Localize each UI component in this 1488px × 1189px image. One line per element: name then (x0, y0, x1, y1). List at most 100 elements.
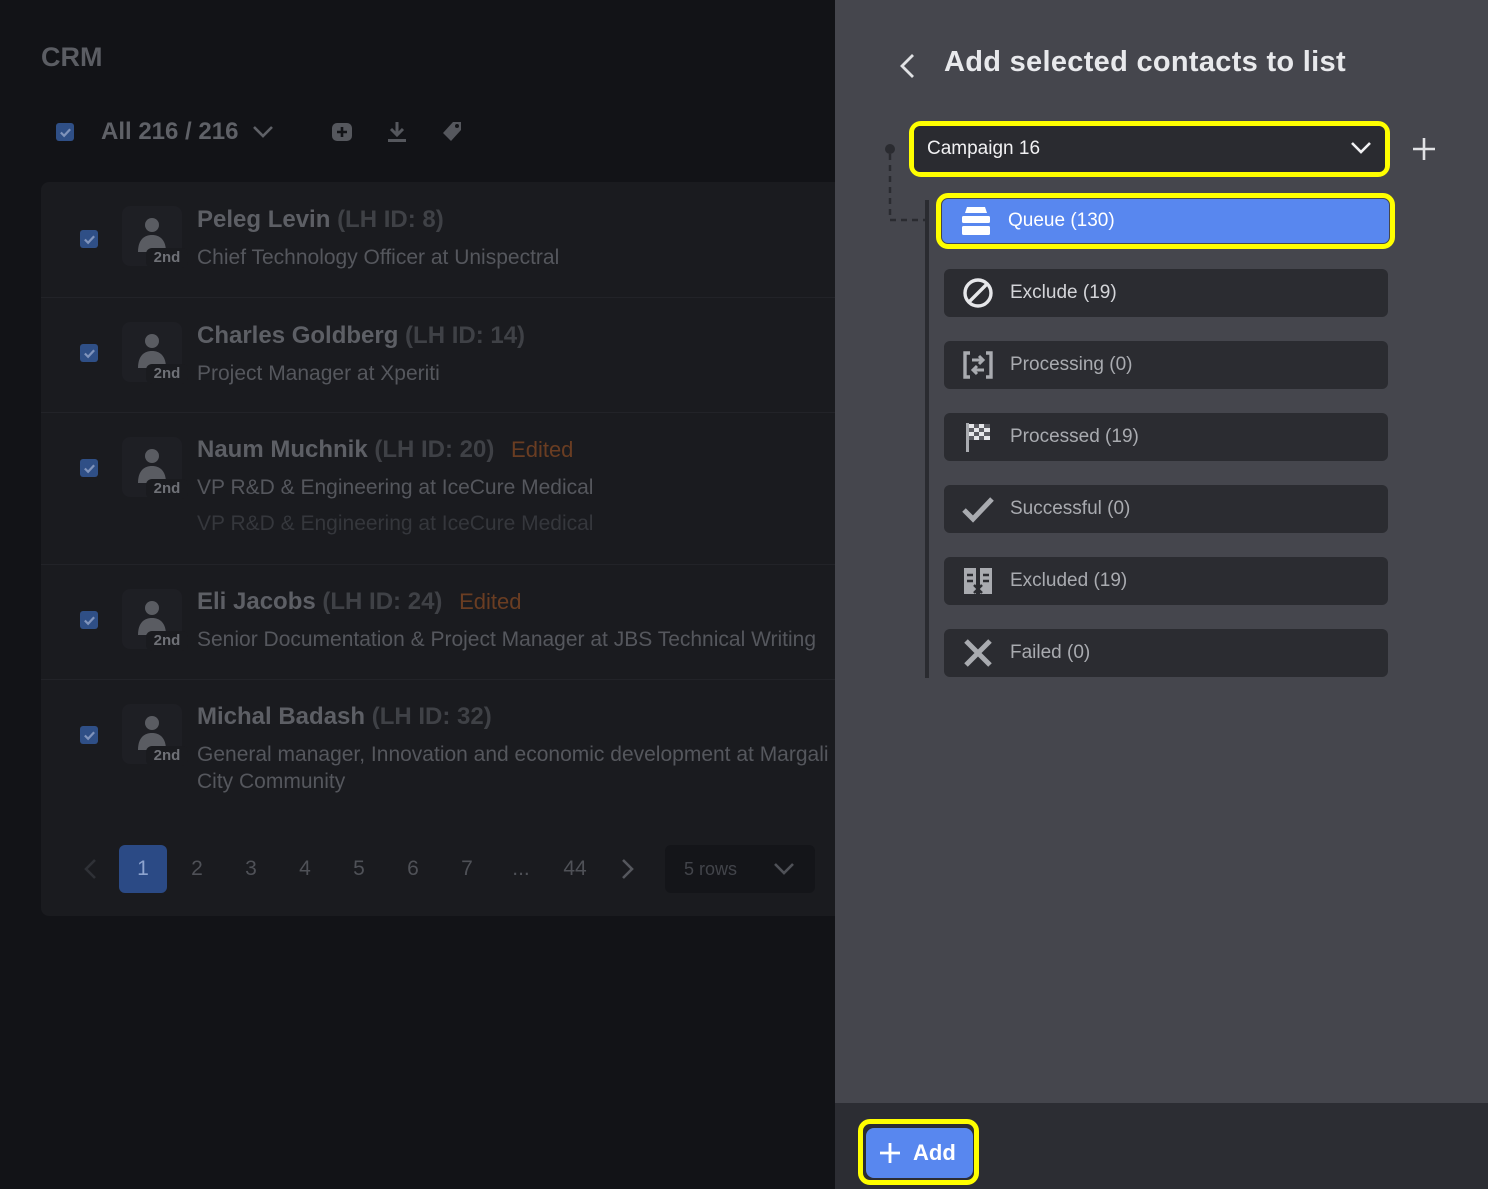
status-label: Queue (130) (1008, 210, 1115, 231)
page-button-5[interactable]: 5 (335, 845, 383, 893)
contact-name-line: Michal Badash (LH ID: 32) (197, 703, 492, 731)
contact-job-original: VP R&D & Engineering at IceCure Medical (197, 512, 594, 535)
chevron-down-icon (1351, 142, 1371, 154)
exclude-icon (963, 278, 993, 308)
contact-row[interactable]: 2nd Peleg Levin (LH ID: 8) Chief Technol… (41, 182, 835, 298)
status-successful[interactable]: Successful (0) (944, 485, 1388, 533)
checkered-flag-icon (966, 423, 990, 452)
lh-id: (LH ID: 32) (371, 703, 492, 730)
avatar: 2nd (122, 206, 188, 268)
degree-badge: 2nd (146, 746, 188, 766)
page-button-1[interactable]: 1 (119, 845, 167, 893)
status-label: Processed (19) (1010, 426, 1139, 447)
contact-name[interactable]: Charles Goldberg (197, 322, 398, 349)
contact-name[interactable]: Peleg Levin (197, 206, 330, 233)
queue-icon (962, 207, 990, 235)
row-checkbox[interactable] (80, 611, 98, 629)
plus-icon[interactable] (1411, 136, 1437, 162)
contact-name-line: Peleg Levin (LH ID: 8) (197, 206, 444, 234)
add-button-label: Add (913, 1140, 956, 1165)
campaign-select[interactable]: Campaign 16 (914, 126, 1385, 172)
contact-name[interactable]: Michal Badash (197, 703, 365, 730)
row-checkbox[interactable] (80, 459, 98, 477)
status-processing[interactable]: Processing (0) (944, 341, 1388, 389)
status-label: Exclude (19) (1010, 282, 1117, 303)
page-ellipsis: ... (512, 857, 530, 880)
row-checkbox[interactable] (80, 230, 98, 248)
status-excluded[interactable]: Excluded (19) (944, 557, 1388, 605)
contact-job: VP R&D & Engineering at IceCure Medical (197, 476, 594, 499)
row-checkbox[interactable] (80, 344, 98, 362)
degree-badge: 2nd (146, 364, 188, 384)
back-arrow-icon[interactable] (895, 52, 921, 80)
edited-tag: Edited (459, 589, 522, 614)
contact-row[interactable]: 2nd Naum Muchnik (LH ID: 20) Edited VP R… (41, 413, 835, 565)
download-icon[interactable] (385, 120, 409, 144)
select-all-checkbox[interactable] (56, 123, 74, 141)
avatar: 2nd (122, 437, 188, 499)
crm-background: CRM All 216 / 216 2nd Peleg Levin (LH ID… (0, 0, 835, 1189)
panel-title: Add selected contacts to list (944, 46, 1346, 78)
row-checkbox[interactable] (80, 726, 98, 744)
campaign-select-value: Campaign 16 (927, 138, 1041, 159)
lh-id: (LH ID: 14) (405, 322, 526, 349)
contact-row[interactable]: 2nd Eli Jacobs (LH ID: 24) Edited Senior… (41, 565, 835, 680)
page-button-44[interactable]: 44 (551, 845, 599, 893)
degree-badge: 2nd (146, 248, 188, 268)
contacts-list: 2nd Peleg Levin (LH ID: 8) Chief Technol… (41, 182, 835, 916)
edited-tag: Edited (511, 437, 574, 462)
lh-id: (LH ID: 20) (374, 436, 495, 463)
check-icon (962, 497, 994, 523)
contact-job: General manager, Innovation and economic… (197, 743, 829, 766)
status-exclude[interactable]: Exclude (19) (944, 269, 1388, 317)
contact-job: Senior Documentation & Project Manager a… (197, 628, 817, 651)
contact-name[interactable]: Naum Muchnik (197, 436, 368, 463)
status-label: Processing (0) (1010, 354, 1133, 375)
page-button-4[interactable]: 4 (281, 845, 329, 893)
crm-toolbar: All 216 / 216 (56, 112, 274, 152)
contact-job-continued: City Community (197, 770, 346, 793)
rows-per-page-select[interactable]: 5 rows (665, 845, 815, 893)
selection-dropdown[interactable]: All 216 / 216 (101, 118, 274, 146)
plus-icon (880, 1143, 900, 1163)
status-label: Successful (0) (1010, 498, 1131, 519)
status-failed[interactable]: Failed (0) (944, 629, 1388, 677)
processing-icon (963, 351, 993, 379)
contact-name-line: Charles Goldberg (LH ID: 14) (197, 322, 525, 350)
contact-name-line: Naum Muchnik (LH ID: 20) Edited (197, 436, 573, 464)
prev-page-icon[interactable] (82, 858, 98, 880)
page-button-7[interactable]: 7 (443, 845, 491, 893)
rows-per-page-value: 5 rows (684, 859, 738, 879)
excluded-icon (964, 568, 992, 594)
x-icon (964, 639, 992, 667)
degree-badge: 2nd (146, 479, 188, 499)
status-label: Excluded (19) (1010, 570, 1128, 591)
page-button-3[interactable]: 3 (227, 845, 275, 893)
selection-count: All 216 / 216 (101, 118, 239, 145)
degree-badge: 2nd (146, 631, 188, 651)
chevron-down-icon (774, 863, 794, 875)
status-processed[interactable]: Processed (19) (944, 413, 1388, 461)
page-button-6[interactable]: 6 (389, 845, 437, 893)
page-button-2[interactable]: 2 (173, 845, 221, 893)
status-label: Failed (0) (1010, 642, 1091, 663)
contact-job: Chief Technology Officer at Unispectral (197, 246, 560, 269)
status-queue[interactable]: Queue (130) (942, 199, 1389, 243)
avatar: 2nd (122, 704, 188, 766)
next-page-icon[interactable] (620, 858, 636, 880)
page-title: CRM (41, 42, 103, 72)
contact-name[interactable]: Eli Jacobs (197, 588, 316, 615)
lh-id: (LH ID: 8) (337, 206, 444, 233)
tag-icon[interactable] (440, 120, 464, 144)
add-button[interactable]: Add (866, 1128, 973, 1178)
contact-row[interactable]: 2nd Charles Goldberg (LH ID: 14) Project… (41, 298, 835, 413)
chevron-down-icon (253, 126, 274, 138)
add-to-list-panel: Add selected contacts to list Campaign 1… (835, 0, 1488, 1189)
avatar: 2nd (122, 589, 188, 651)
panel-footer: Add (835, 1103, 1488, 1189)
tree-connector (885, 144, 929, 678)
contact-row[interactable]: 2nd Michal Badash (LH ID: 32) General ma… (41, 680, 835, 822)
add-contact-icon[interactable] (330, 120, 354, 144)
avatar: 2nd (122, 322, 188, 384)
contact-job: Project Manager at Xperiti (197, 362, 440, 385)
